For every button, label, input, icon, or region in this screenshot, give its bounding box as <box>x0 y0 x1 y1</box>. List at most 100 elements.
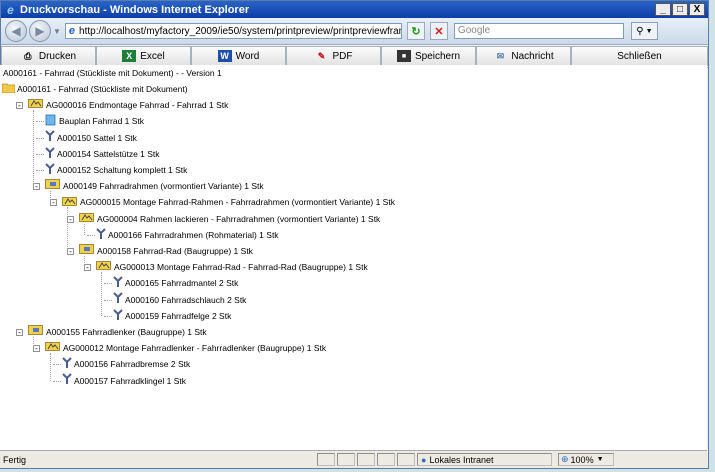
print-button[interactable]: ⎙ Drucken <box>1 46 96 66</box>
tree-connector <box>87 234 95 236</box>
tree-node-label: AG000015 Montage Fahrrad-Rahmen - Fahrra… <box>80 197 395 208</box>
assembly-icon <box>28 324 44 341</box>
tree-connector <box>53 380 61 382</box>
tree-node: A000165 Fahrradmantel 2 Stk <box>113 275 238 291</box>
tree-node: A000161 - Fahrrad (Stückliste mit Dokume… <box>1 81 188 97</box>
part-icon <box>62 357 72 373</box>
tree-connector <box>50 353 51 381</box>
tree-node: A000159 Fahrradfelge 2 Stk <box>113 308 231 324</box>
status-segment <box>377 453 395 466</box>
excel-icon: X <box>122 50 137 62</box>
tree-node: A000156 Fahrradbremse 2 Stk <box>62 356 190 372</box>
pdf-icon: ✎ <box>317 50 326 61</box>
tree-node: A000158 Fahrrad-Rad (Baugruppe) 1 Stk <box>79 243 253 259</box>
tree-node: A000160 Fahrradschlauch 2 Stk <box>113 292 246 308</box>
close-button[interactable]: X <box>689 3 705 16</box>
collapse-toggle[interactable]: - <box>67 215 74 223</box>
workstep-icon <box>96 259 112 276</box>
message-button[interactable]: ✉ Nachricht <box>476 46 571 66</box>
pdf-button[interactable]: ✎ PDF <box>286 46 381 66</box>
collapse-toggle[interactable]: - <box>33 345 40 353</box>
collapse-toggle[interactable]: - <box>16 329 23 337</box>
status-bar: Fertig ● Lokales Intranet ⊕ 100% ▼ <box>0 450 707 468</box>
tree-node-label: Bauplan Fahrrad 1 Stk <box>59 116 145 127</box>
zoom-control[interactable]: ⊕ 100% ▼ <box>558 453 614 466</box>
tree-node-label: A000149 Fahrradrahmen (vormontiert Varia… <box>63 181 264 192</box>
zoom-dropdown-icon: ▼ <box>596 456 604 463</box>
tree-node-label: A000155 Fahrradlenker (Baugruppe) 1 Stk <box>46 327 207 337</box>
ie-logo-icon: e <box>7 2 14 17</box>
close-preview-label: Schließen <box>617 50 662 62</box>
part-icon <box>113 308 123 325</box>
zoom-icon: ⊕ <box>561 454 569 464</box>
tree-connector <box>104 299 112 301</box>
tree-node-label: A000159 Fahrradfelge 2 Stk <box>125 310 232 321</box>
address-toolbar: ◀ ▶ ▼ e http://localhost/myfactory_2009/… <box>1 18 708 45</box>
save-button-label: Speichern <box>414 50 461 62</box>
restore-button[interactable]: □ <box>672 3 688 16</box>
zoom-value: 100% <box>570 454 594 465</box>
history-dropdown-icon[interactable]: ▼ <box>53 27 61 36</box>
minimize-button[interactable]: _ <box>655 3 671 16</box>
tree-connector <box>33 337 34 349</box>
forward-button[interactable]: ▶ <box>29 20 51 42</box>
tree-node: A000155 Fahrradlenker (Baugruppe) 1 Stk <box>28 324 207 340</box>
part-icon <box>62 373 72 389</box>
word-icon: W <box>217 50 232 62</box>
window-title: Druckvorschau - Windows Internet Explore… <box>20 3 250 16</box>
address-url[interactable]: http://localhost/myfactory_2009/ie50/sys… <box>79 26 401 37</box>
collapse-toggle[interactable]: - <box>33 183 40 191</box>
tree-node: A000149 Fahrradrahmen (vormontiert Varia… <box>45 178 264 194</box>
tree-connector <box>84 256 85 268</box>
close-preview-button[interactable]: Schließen <box>571 46 708 66</box>
tree-node: AG000016 Endmontage Fahrrad - Fahrrad 1 … <box>28 97 228 113</box>
zone-label: Lokales Intranet <box>429 454 494 465</box>
tree-node-label: A000160 Fahrradschlauch 2 Stk <box>125 294 247 305</box>
tree-connector <box>67 207 68 251</box>
tree-node-label: A000154 Sattelstütze 1 Stk <box>57 148 160 159</box>
assembly-icon <box>45 178 61 195</box>
print-button-label: Drucken <box>38 50 77 62</box>
part-icon <box>45 163 55 179</box>
collapse-toggle[interactable]: - <box>16 102 23 110</box>
save-button[interactable]: ■ Speichern <box>381 46 476 66</box>
tree-node-label: A000166 Fahrradrahmen (Rohmaterial) 1 St… <box>108 229 279 240</box>
tree-connector <box>36 170 44 171</box>
tree-node: A000166 Fahrradrahmen (Rohmaterial) 1 St… <box>96 227 279 243</box>
part-icon <box>113 276 123 292</box>
refresh-button[interactable]: ↻ <box>406 22 425 40</box>
word-button[interactable]: W Word <box>191 46 286 66</box>
tree-node: Bauplan Fahrrad 1 Stk <box>45 113 144 129</box>
stop-button[interactable]: ✕ <box>429 22 448 40</box>
tree-connector <box>104 283 112 285</box>
tree-node-label: AG000013 Montage Fahrrad-Rad - Fahrrad-R… <box>114 262 368 273</box>
document-icon <box>45 114 57 131</box>
workstep-icon <box>28 97 44 114</box>
tree-connector <box>84 223 85 235</box>
workstep-icon <box>45 340 61 357</box>
tree-node: AG000015 Montage Fahrrad-Rahmen - Fahrra… <box>62 194 395 210</box>
tree-node: AG000004 Rahmen lackieren - Fahrradrahme… <box>79 211 380 227</box>
document-content: A000161 - Fahrrad (Stückliste mit Dokume… <box>0 65 707 450</box>
message-button-label: Nachricht <box>511 50 554 62</box>
collapse-toggle[interactable]: - <box>67 248 74 256</box>
printer-icon: ⎙ <box>24 50 32 61</box>
excel-button[interactable]: X Excel <box>96 46 191 66</box>
tree-node-label: A000156 Fahrradbremse 2 Stk <box>74 359 191 370</box>
word-button-label: Word <box>235 50 260 62</box>
address-field[interactable]: e http://localhost/myfactory_2009/ie50/s… <box>64 23 402 39</box>
collapse-toggle[interactable]: - <box>84 264 91 272</box>
tree-connector <box>50 191 51 203</box>
tree-node-label: AG000012 Montage Fahrradlenker - Fahrrad… <box>63 343 327 354</box>
workstep-icon <box>62 195 78 212</box>
tree-node: AG000013 Montage Fahrrad-Rad - Fahrrad-R… <box>96 259 368 275</box>
collapse-toggle[interactable]: - <box>50 199 57 207</box>
tree-connector <box>36 153 44 155</box>
status-segment <box>357 453 375 466</box>
security-zone[interactable]: ● Lokales Intranet <box>417 453 552 466</box>
tree-connector <box>101 272 102 316</box>
back-button[interactable]: ◀ <box>5 20 27 42</box>
search-button[interactable]: ⚲ ▼ <box>630 22 658 40</box>
status-text: Fertig <box>3 454 27 465</box>
search-input[interactable]: Google <box>453 23 624 39</box>
